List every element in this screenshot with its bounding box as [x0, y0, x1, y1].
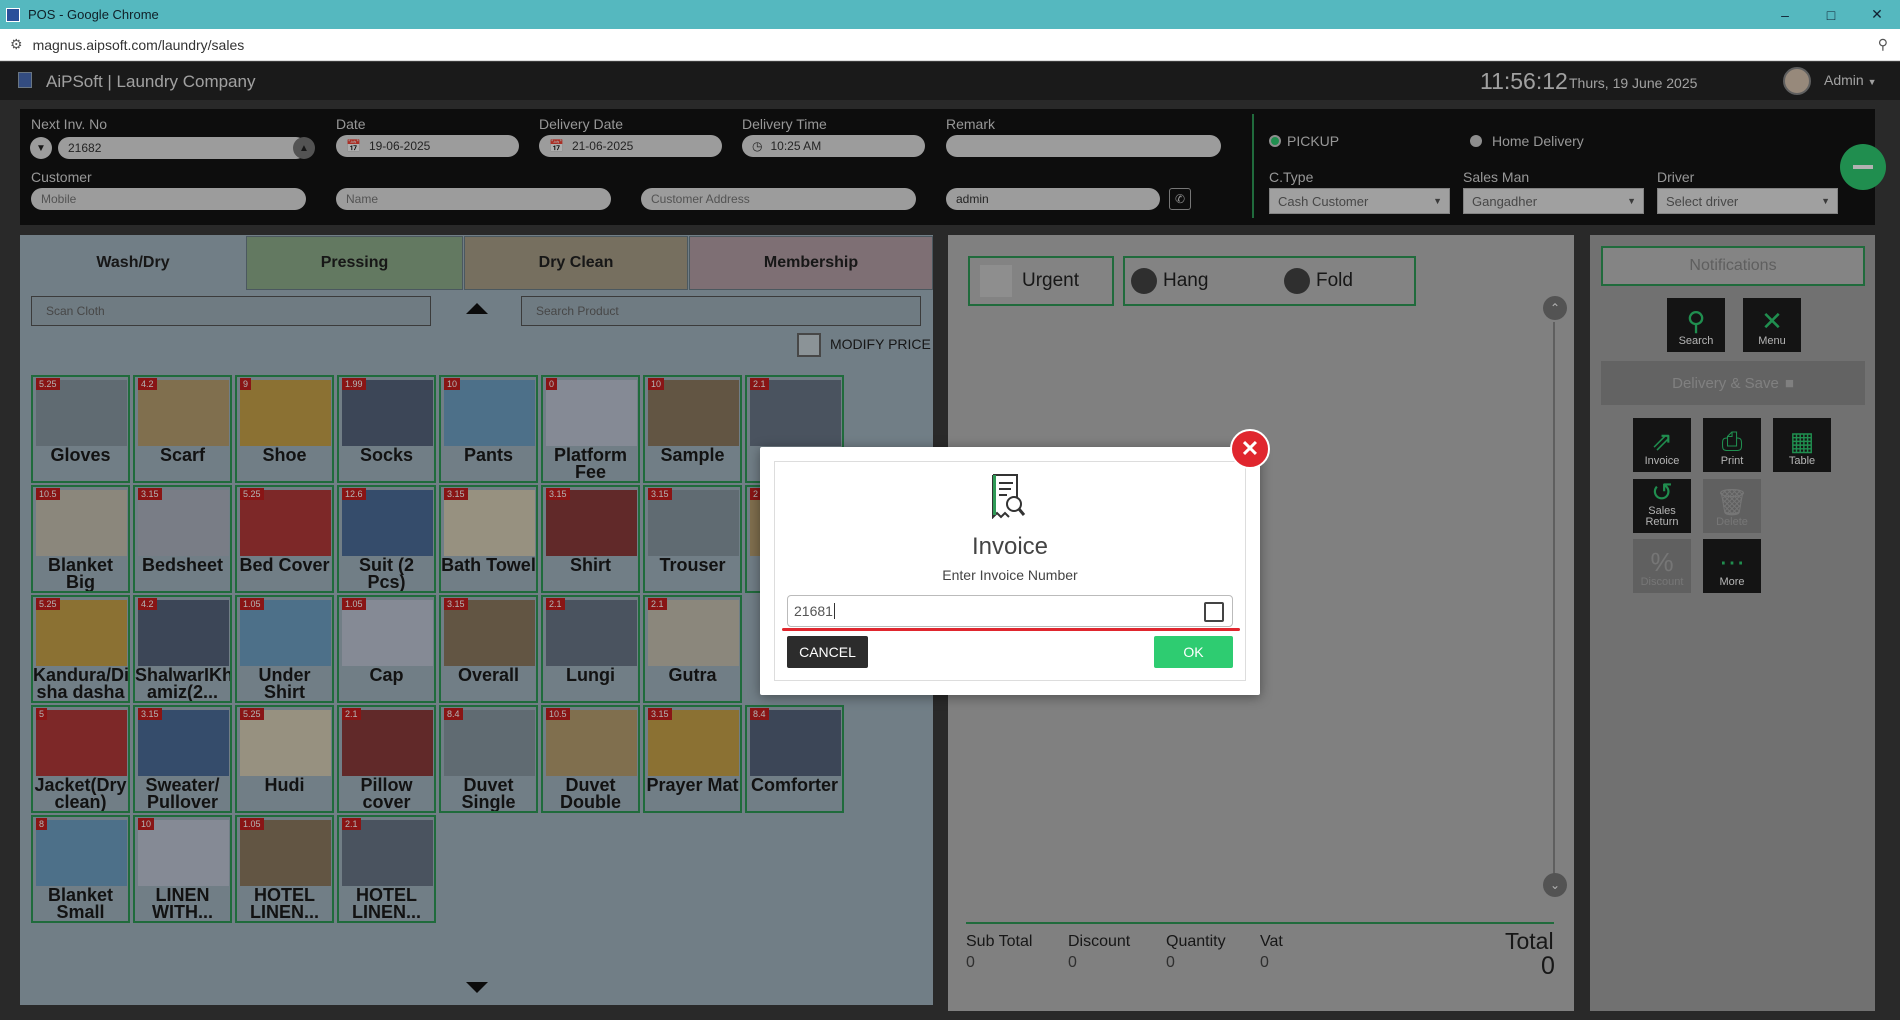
- url-text[interactable]: magnus.aipsoft.com/laundry/sales: [33, 37, 245, 53]
- maximize-icon[interactable]: □: [1808, 0, 1854, 29]
- cancel-button[interactable]: CANCEL: [787, 636, 868, 668]
- invoice-search-icon: [990, 473, 1026, 520]
- invoice-dialog: Invoice Enter Invoice Number 21681 CANCE…: [760, 429, 1270, 695]
- close-window-icon[interactable]: ✕: [1854, 0, 1900, 29]
- input-checkbox[interactable]: [1204, 602, 1224, 622]
- close-dialog-icon[interactable]: ✕: [1230, 429, 1270, 469]
- app-favicon-icon: [6, 7, 20, 22]
- password-key-icon[interactable]: ⚲: [1878, 36, 1888, 53]
- browser-title-bar: POS - Google Chrome – □ ✕: [0, 0, 1900, 29]
- address-bar[interactable]: ⚙ magnus.aipsoft.com/laundry/sales ⚲: [0, 29, 1900, 61]
- text-cursor: [833, 603, 835, 619]
- ok-button[interactable]: OK: [1154, 636, 1233, 668]
- invoice-number-value: 21681: [794, 603, 833, 619]
- dialog-subtitle: Enter Invoice Number: [942, 567, 1078, 583]
- invoice-number-input[interactable]: 21681: [787, 595, 1233, 627]
- window-title: POS - Google Chrome: [28, 7, 159, 22]
- site-info-icon[interactable]: ⚙: [10, 36, 23, 53]
- dialog-title: Invoice: [971, 533, 1049, 560]
- input-underline: [782, 628, 1240, 631]
- minimize-icon[interactable]: –: [1762, 0, 1808, 29]
